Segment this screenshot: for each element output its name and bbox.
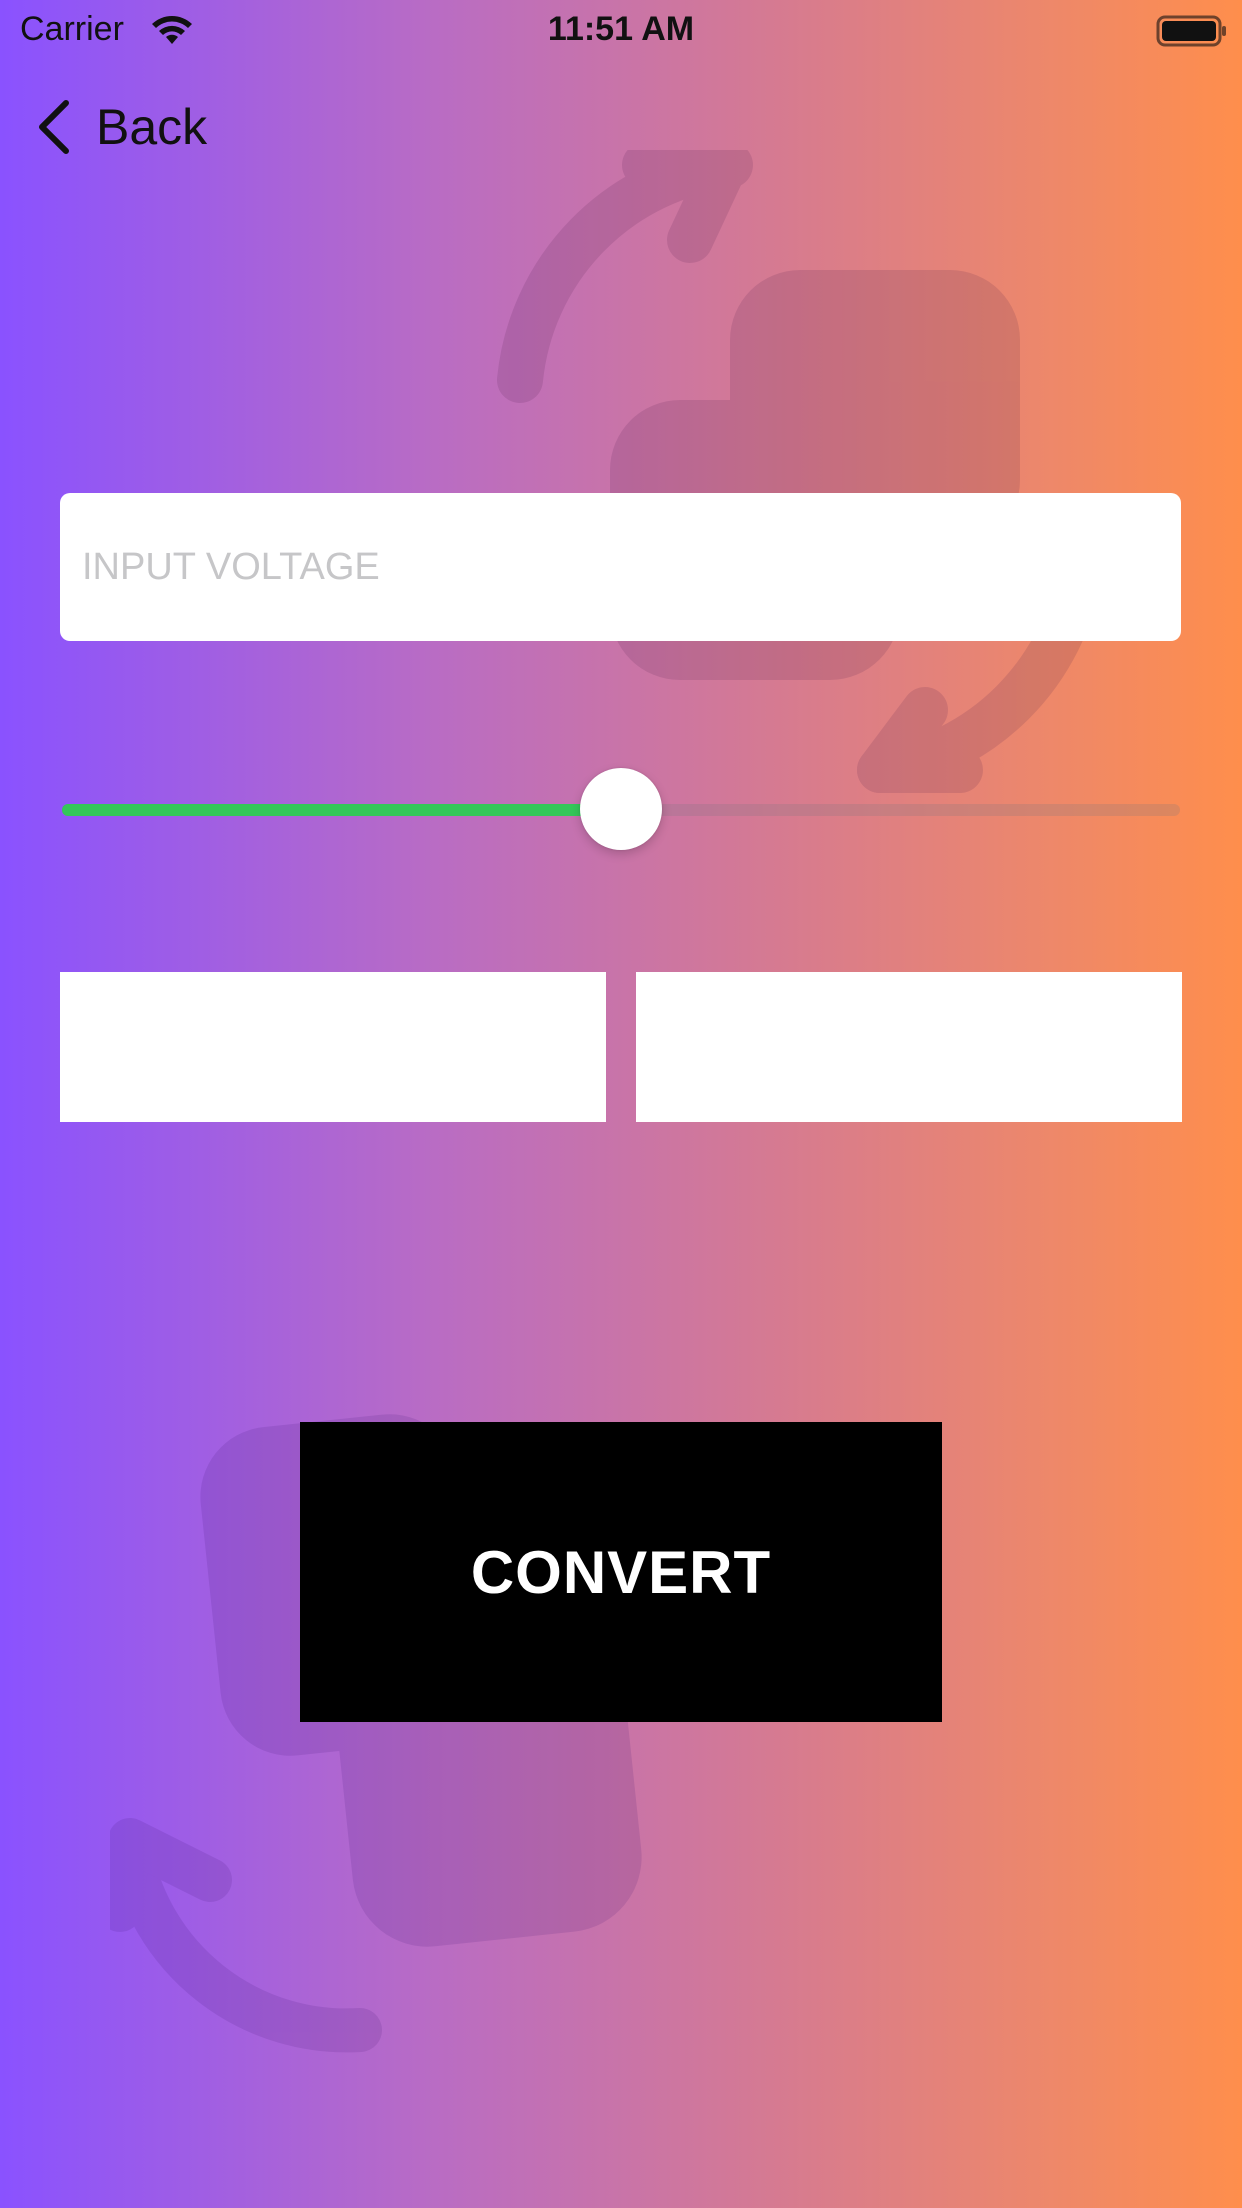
voltage-slider[interactable] (62, 766, 1180, 852)
back-button[interactable]: Back (34, 92, 207, 162)
chevron-left-icon (39, 100, 69, 154)
status-bar: Carrier 11:51 AM (0, 0, 1242, 62)
battery-icon (1156, 15, 1226, 47)
output-field-right (636, 972, 1182, 1122)
input-voltage-field[interactable] (60, 493, 1181, 641)
output-field-left (60, 972, 606, 1122)
status-time: 11:51 AM (547, 10, 695, 48)
back-label: Back (96, 99, 208, 155)
convert-button[interactable]: CONVERT (300, 1422, 942, 1722)
slider-thumb[interactable] (580, 768, 662, 850)
rotate-convert-icon (497, 150, 1103, 793)
slider-fill (62, 804, 621, 816)
